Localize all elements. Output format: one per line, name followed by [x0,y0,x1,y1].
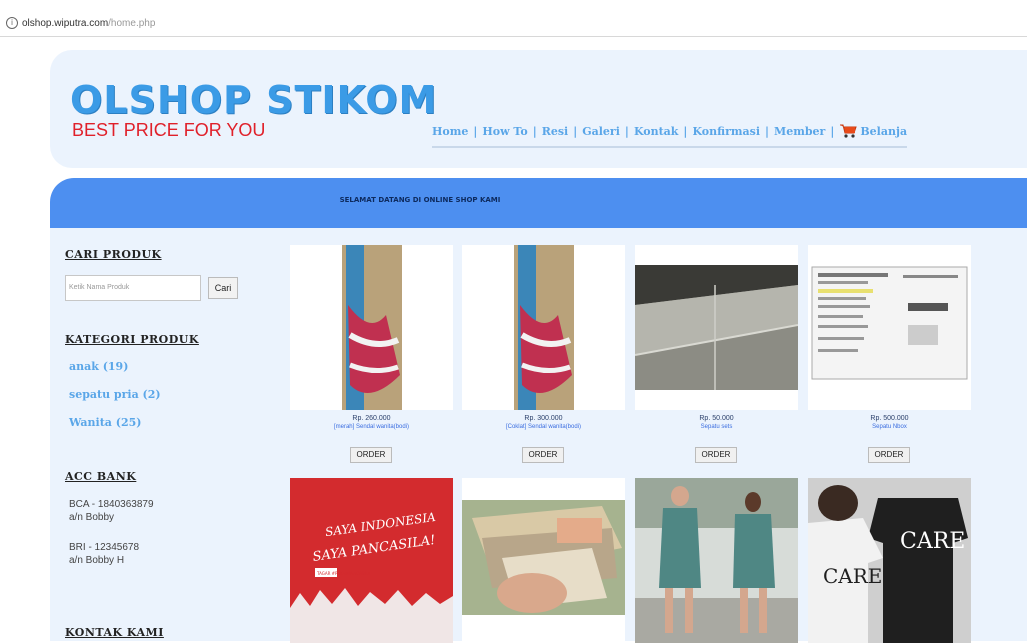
product-image[interactable] [635,478,798,643]
nav-separator: | [473,124,478,138]
search-heading: CARI PRODUK [65,248,162,261]
image-text-care-1: CARE [900,529,965,554]
product-card [462,478,625,643]
logo-tagline: BEST PRICE FOR YOU [72,120,266,140]
bank-bri-owner: a/n Bobby H [69,555,125,566]
contact-heading: KONTAK KAMI [65,626,164,639]
product-price: Rp. 500.000 [870,415,909,422]
url-host: olshop.wiputra.com [22,17,109,29]
product-image[interactable] [808,245,971,410]
product-name[interactable]: Sepatu Nbox [808,424,971,430]
address-bar[interactable]: i olshop.wiputra.com /home.php [0,10,1027,37]
order-button[interactable]: ORDER [695,447,737,463]
product-card: Rp. 50.000 Sepatu sets ORDER [635,245,798,470]
image-badge-text: TAGAR #PEKANPANCASILA [316,571,371,576]
product-image[interactable] [462,245,625,410]
category-link-sepatu-pria[interactable]: sepatu pria (2) [69,388,161,401]
bank-heading: ACC BANK [65,470,137,483]
info-icon[interactable]: i [6,17,18,29]
product-image[interactable]: SAYA INDONESIA SAYA PANCASILA! TAGAR #PE… [290,478,453,643]
bank-bca-number: BCA - 1840363879 [69,499,154,510]
image-text-care-2: CARE [823,564,882,588]
product-name[interactable]: [Coklat] Sendal wanita(bodi) [462,424,625,430]
product-image[interactable] [290,245,453,410]
category-heading: KATEGORI PRODUK [65,333,199,346]
product-name[interactable]: [merah] Sendal wanita(bodi) [290,424,453,430]
product-image[interactable] [635,245,798,410]
product-card: Rp. 500.000 Sepatu Nbox ORDER [808,245,971,470]
bank-bca-owner: a/n Bobby [69,512,115,523]
nav-resi[interactable]: Resi [542,125,569,138]
nav-separator: | [573,124,578,138]
nav-separator: | [830,124,835,138]
nav-separator: | [532,124,537,138]
main-nav: Home | How To | Resi | Galeri | Kontak | Konf… [432,120,908,148]
category-link-wanita[interactable]: Wanita (25) [69,416,141,429]
nav-separator: | [683,124,688,138]
nav-how-to[interactable]: How To [482,125,527,138]
nav-separator: | [765,124,770,138]
order-button[interactable]: ORDER [350,447,392,463]
nav-belanja[interactable]: Belanja [860,125,907,138]
search-button[interactable]: Cari [208,277,238,299]
order-button[interactable]: ORDER [868,447,910,463]
product-image[interactable] [462,478,625,643]
product-price: Rp. 300.000 [524,415,563,422]
product-card: SAYA INDONESIA SAYA PANCASILA! TAGAR #PE… [290,478,453,643]
content-area: CARI PRODUK Ketik Nama Produk Cari KATEG… [50,228,1027,643]
bank-bri-number: BRI - 12345678 [69,542,140,553]
url-path: /home.php [108,17,156,29]
nav-member[interactable]: Member [774,125,825,138]
logo-title[interactable]: OLSHOP STIKOM [70,78,437,122]
product-image[interactable]: CARE CARE [808,478,971,643]
nav-konfirmasi[interactable]: Konfirmasi [692,125,760,138]
product-name[interactable]: Sepatu sets [635,424,798,430]
product-card: Rp. 300.000 [Coklat] Sendal wanita(bodi)… [462,245,625,470]
product-card: CARE CARE [808,478,971,643]
site-header: OLSHOP STIKOM BEST PRICE FOR YOU Home | H… [50,50,1027,168]
product-price: Rp. 50.000 [699,415,734,422]
search-input[interactable]: Ketik Nama Produk [65,275,201,301]
product-card [635,478,798,643]
nav-home[interactable]: Home [432,125,468,138]
nav-separator: | [624,124,629,138]
category-link-anak[interactable]: anak (19) [69,360,128,373]
product-price: Rp. 260.000 [352,415,391,422]
order-button[interactable]: ORDER [522,447,564,463]
welcome-banner: SELAMAT DATANG DI ONLINE SHOP KAMI [50,178,1027,228]
shopping-cart-icon[interactable] [839,123,858,139]
banner-text: SELAMAT DATANG DI ONLINE SHOP KAMI [339,196,501,204]
product-card: Rp. 260.000 [merah] Sendal wanita(bodi) … [290,245,453,470]
nav-galeri[interactable]: Galeri [582,125,620,138]
nav-kontak[interactable]: Kontak [634,125,678,138]
